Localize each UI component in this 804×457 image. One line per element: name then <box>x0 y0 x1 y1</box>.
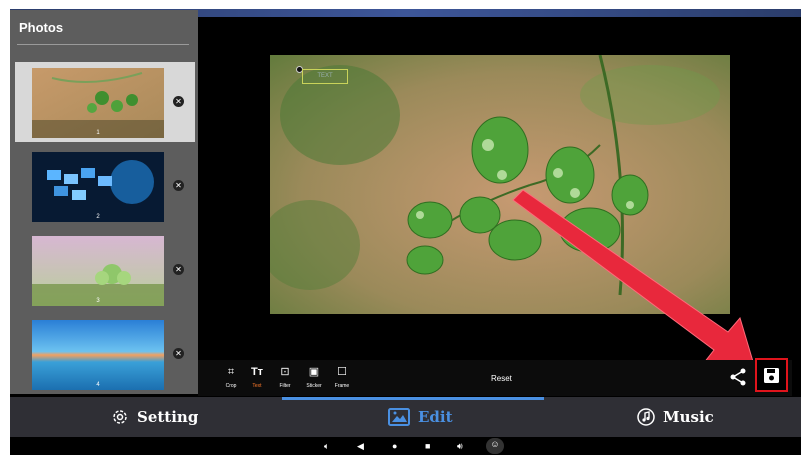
save-button[interactable] <box>755 358 788 392</box>
share-icon <box>730 368 746 386</box>
music-note-icon <box>637 408 655 426</box>
photo-number: 4 <box>96 382 100 388</box>
volume-down-icon[interactable]: 🔈︎ <box>324 440 329 452</box>
volume-up-icon[interactable]: 🔊︎ <box>457 440 463 452</box>
tab-label: Edit <box>418 408 453 426</box>
tab-music[interactable]: Music <box>637 407 714 427</box>
photo-item-4[interactable]: 4 ✕ <box>15 314 195 394</box>
tool-label: Filter <box>279 383 291 389</box>
filter-icon: ⊡ <box>280 366 290 378</box>
save-icon <box>764 368 779 383</box>
tool-label: Sticker <box>306 383 322 389</box>
reset-button[interactable]: Reset <box>491 374 512 383</box>
tab-edit[interactable]: Edit <box>388 407 453 427</box>
photo-thumbnail: 1 <box>32 68 164 138</box>
photos-sidebar: Photos 1 ✕ 2 ✕ 3 ✕ 4 ✕ <box>10 10 198 394</box>
text-overlay[interactable]: TEXT <box>302 69 348 84</box>
frame-tool[interactable]: ☐ Frame <box>329 366 355 389</box>
frame-icon: ☐ <box>337 366 347 378</box>
photo-item-1[interactable]: 1 ✕ <box>15 62 195 142</box>
divider <box>17 44 189 45</box>
sticker-icon: ▣ <box>308 366 320 378</box>
photo-item-3[interactable]: 3 ✕ <box>15 230 195 310</box>
system-bar: 🔈︎ ◀ ● ■ 🔊︎ ☺ <box>10 437 801 455</box>
sidebar-title: Photos <box>19 20 64 35</box>
active-tab-indicator <box>282 397 544 400</box>
home-icon[interactable]: ● <box>392 440 397 452</box>
text-icon: Tт <box>250 366 264 378</box>
tab-label: Setting <box>137 408 199 426</box>
photo-item-2[interactable]: 2 ✕ <box>15 146 195 226</box>
assistant-icon[interactable]: ☺ <box>486 438 504 454</box>
tool-label: Crop <box>225 383 237 389</box>
back-icon[interactable]: ◀ <box>357 440 364 452</box>
crop-tool[interactable]: ⌗ Crop <box>218 366 244 389</box>
photo-thumbnail: 4 <box>32 320 164 390</box>
close-circle-icon[interactable]: ✕ <box>173 264 184 275</box>
close-circle-icon[interactable]: ✕ <box>173 96 184 107</box>
photo-thumbnail: 3 <box>32 236 164 306</box>
edit-toolbar: ⌗ Crop Tт Text ⊡ Filter ▣ Sticker ☐ Fram… <box>198 358 792 396</box>
text-tool[interactable]: Tт Text <box>244 366 270 389</box>
close-circle-icon[interactable]: ✕ <box>173 348 184 359</box>
photo-thumbnail: 2 <box>32 152 164 222</box>
tab-setting[interactable]: Setting <box>111 407 198 427</box>
recents-icon[interactable]: ■ <box>425 440 430 452</box>
filter-tool[interactable]: ⊡ Filter <box>272 366 298 389</box>
photo-number: 3 <box>96 298 100 304</box>
tool-label: Frame <box>334 383 350 389</box>
tool-label: Text <box>252 383 262 389</box>
crop-icon: ⌗ <box>227 366 235 378</box>
tab-label: Music <box>663 408 714 426</box>
image-icon <box>388 408 410 426</box>
photo-number: 1 <box>96 130 100 136</box>
sticker-tool[interactable]: ▣ Sticker <box>301 366 327 389</box>
close-circle-icon[interactable]: ✕ <box>173 180 184 191</box>
share-button[interactable] <box>728 367 748 387</box>
photo-canvas[interactable]: TEXT <box>270 55 730 314</box>
gear-icon <box>113 410 127 424</box>
bottom-nav: Setting Edit Music <box>10 397 801 437</box>
photo-number: 2 <box>96 214 100 220</box>
